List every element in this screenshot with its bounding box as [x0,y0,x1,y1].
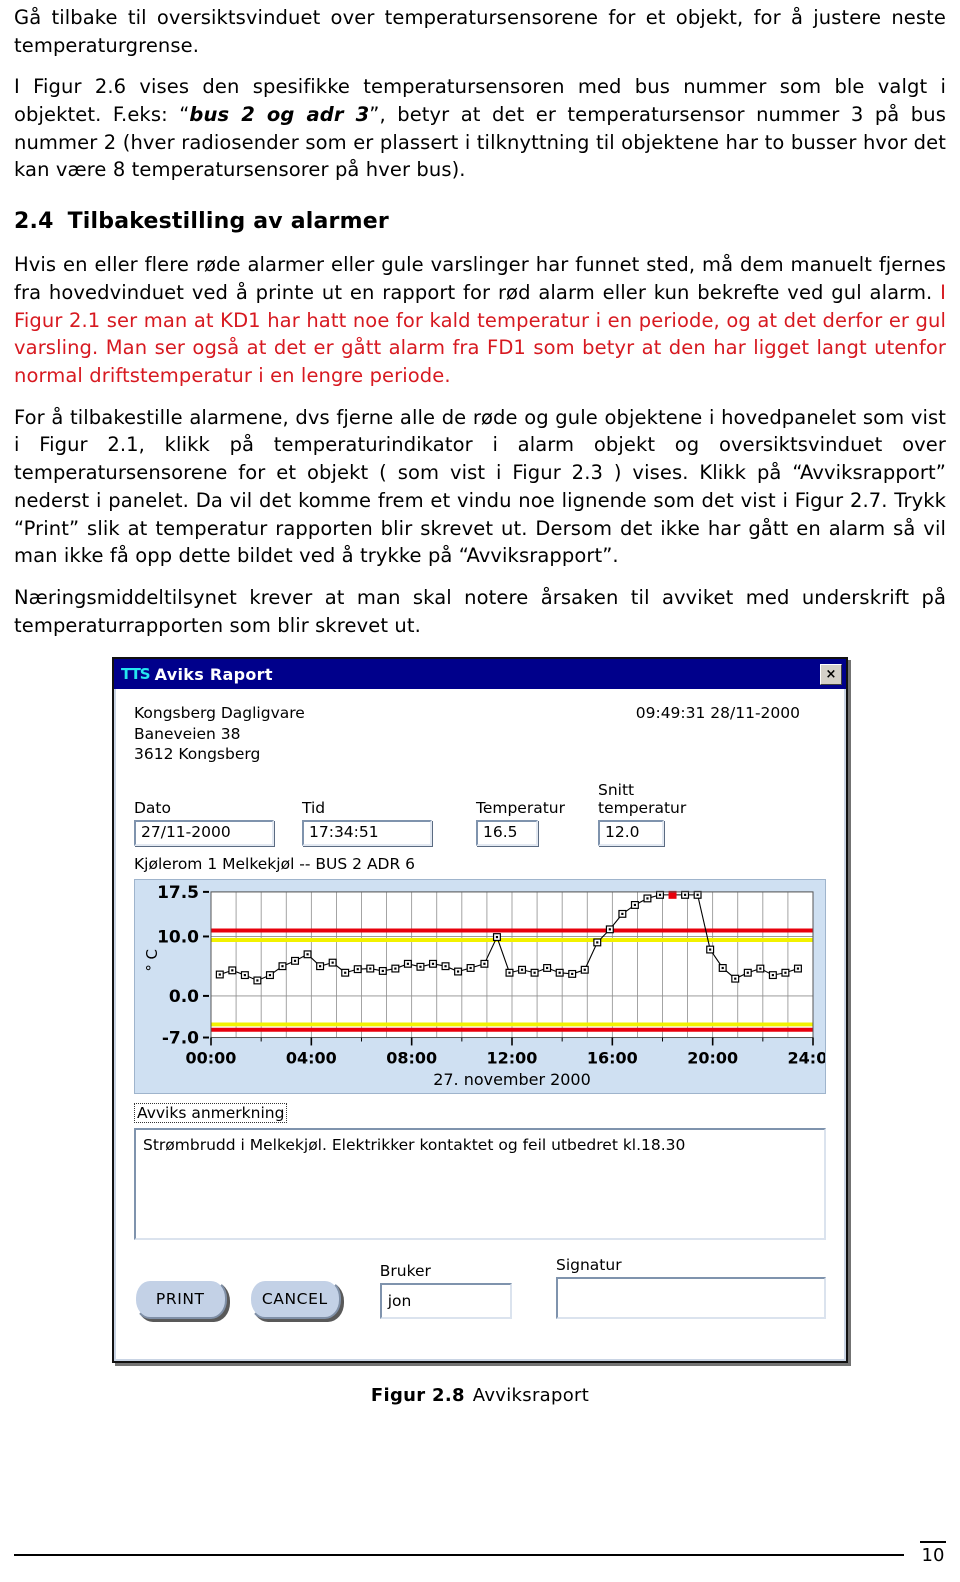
paragraph-figure-26: I Figur 2.6 vises den spesifikke tempera… [14,73,946,184]
selected-data-point [668,890,677,899]
field-temperatur: Temperatur 16.5 [476,798,565,846]
aviks-raport-window: TTS Aviks Raport × Kongsberg Dagligvare … [112,657,848,1363]
field-dato-value[interactable]: 27/11-2000 [134,819,274,846]
print-button[interactable]: PRINT [134,1278,227,1319]
field-signatur: Signatur [556,1256,826,1319]
field-bruker-input[interactable]: jon [379,1282,512,1319]
field-temperatur-value[interactable]: 16.5 [476,819,538,846]
figure-caption-label: Figur 2.8 [370,1384,465,1406]
svg-text:16:00: 16:00 [587,1048,638,1067]
tts-logo-icon: TTS [121,665,151,684]
paragraph-intro: Gå tilbake til oversiktsvinduet over tem… [14,6,946,57]
figure-caption: Figur 2.8 Avviksraport [14,1385,946,1406]
svg-text:° C: ° C [143,949,161,972]
temperature-chart-svg: 17.5 10.0 0.0 -7.0 ° C 00:00 04:00 08:00 12:00 16… [143,882,825,1089]
figure-container: TTS Aviks Raport × Kongsberg Dagligvare … [14,657,946,1363]
svg-text:00:00: 00:00 [186,1048,237,1067]
field-dato: Dato 27/11-2000 [134,799,274,846]
annotation-block: Avviks anmerkning Strømbrudd i Melkekjøl… [134,1094,826,1240]
window-client-area: Kongsberg Dagligvare Baneveien 38 3612 K… [114,689,846,1361]
annotation-textarea[interactable]: Strømbrudd i Melkekjøl. Elektrikker kont… [134,1127,826,1240]
text-run-italic: bus 2 og adr 3 [189,103,370,127]
report-controls: PRINT CANCEL Bruker jon Signatur [134,1256,826,1345]
svg-text:-7.0: -7.0 [162,1027,199,1047]
company-name: Kongsberg Dagligvare [134,704,305,723]
field-signatur-label: Signatur [556,1255,622,1274]
report-body: Kongsberg Dagligvare Baneveien 38 3612 K… [116,689,844,1358]
page-footer: 10 [14,1541,946,1566]
svg-text:08:00: 08:00 [386,1048,437,1067]
company-street: Baneveien 38 [134,724,241,743]
svg-text:27. november 2000: 27. november 2000 [433,1070,591,1089]
svg-text:0.0: 0.0 [169,986,199,1006]
field-snitt-temperatur-value[interactable]: 12.0 [598,819,664,846]
section-title: Tilbakestilling av alarmer [67,209,389,235]
svg-text:24:00: 24:00 [788,1048,825,1067]
svg-text:10.0: 10.0 [157,926,199,946]
paragraph-regulation: Næringsmiddeltilsynet krever at man skal… [14,585,946,637]
field-bruker: Bruker jon [379,1261,512,1319]
footer-rule [14,1554,904,1556]
window-title: Aviks Raport [154,664,273,684]
figure-caption-text: Avviksraport [472,1384,590,1406]
cancel-button[interactable]: CANCEL [248,1278,342,1319]
company-address: Kongsberg Dagligvare Baneveien 38 3612 K… [134,703,305,764]
svg-text:12:00: 12:00 [487,1048,538,1067]
svg-text:20:00: 20:00 [687,1048,738,1067]
field-signatur-input[interactable] [556,1276,826,1319]
field-dato-label: Dato [134,798,171,817]
report-timestamp: 09:49:31 28/11-2000 [635,704,800,723]
sensor-identifier: Kjølerom 1 Melkekjøl -- BUS 2 ADR 6 [134,854,416,873]
annotation-label: Avviks anmerkning [134,1102,288,1123]
svg-text:17.5: 17.5 [157,882,199,902]
svg-text:04:00: 04:00 [286,1048,337,1067]
section-number: 2.4 [14,209,54,235]
field-tid-value[interactable]: 17:34:51 [302,819,432,846]
report-fields-row: Dato 27/11-2000 Tid 17:34:51 Temperatur … [134,781,826,846]
window-titlebar[interactable]: TTS Aviks Raport × [114,659,846,690]
paragraph-reset-procedure: For å tilbakestille alarmene, dvs fjerne… [14,405,946,568]
company-city: 3612 Kongsberg [134,745,261,764]
document-page: Gå tilbake til oversiktsvinduet over tem… [0,4,960,1582]
field-bruker-label: Bruker [379,1261,431,1280]
page-number: 10 [920,1541,946,1566]
temperature-chart: 17.5 10.0 0.0 -7.0 ° C 00:00 04:00 08:00 12:00 16… [134,878,826,1094]
paragraph-alarms: Hvis en eller flere røde alarmer eller g… [14,251,946,389]
report-header: Kongsberg Dagligvare Baneveien 38 3612 K… [134,703,826,764]
field-temperatur-label: Temperatur [476,798,565,817]
field-snitt-temperatur: Snitt temperatur 12.0 [598,780,687,846]
close-icon[interactable]: × [820,663,842,685]
field-tid-label: Tid [302,798,326,817]
text-run: Hvis en eller flere røde alarmer eller g… [14,253,946,305]
section-heading: 2.4 Tilbakestilling av alarmer [14,206,946,237]
field-tid: Tid 17:34:51 [302,799,432,846]
field-snitt-temperatur-label: Snitt temperatur [598,780,687,817]
document-body: Gå tilbake til oversiktsvinduet over tem… [14,4,946,639]
